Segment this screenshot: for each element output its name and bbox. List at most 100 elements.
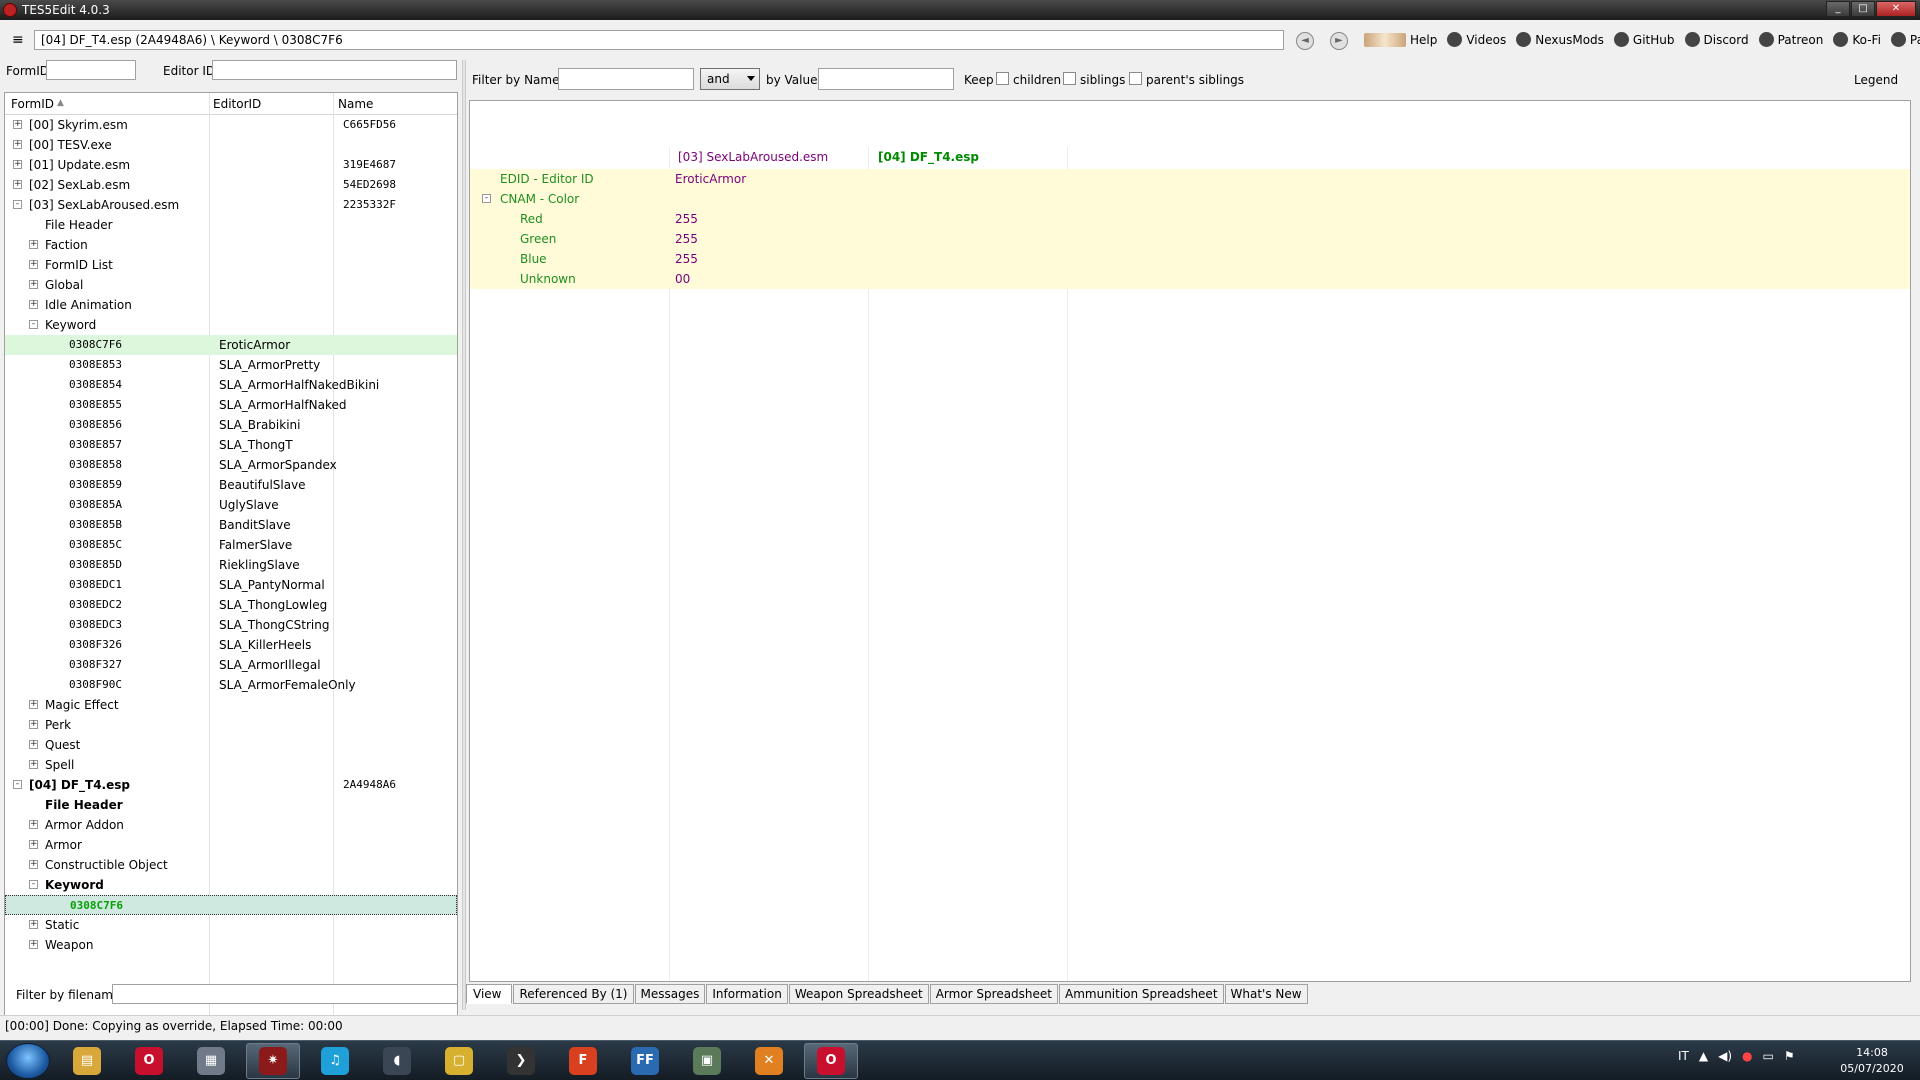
expand-icon[interactable]: + bbox=[29, 920, 38, 929]
toolbar-link-help[interactable]: Help bbox=[1364, 32, 1437, 47]
tree-row[interactable]: 0308E856 SLA_Brabikini bbox=[5, 415, 457, 435]
tab-view[interactable]: View bbox=[466, 984, 513, 1004]
taskbar-app-script[interactable]: ❯ bbox=[494, 1043, 548, 1079]
flag-icon[interactable]: ⚑ bbox=[1784, 1049, 1795, 1063]
tab-messages[interactable]: Messages bbox=[634, 984, 706, 1004]
minimize-button[interactable]: _ bbox=[1826, 1, 1850, 17]
expand-icon[interactable]: + bbox=[29, 940, 38, 949]
expand-icon[interactable]: + bbox=[29, 260, 38, 269]
expand-icon[interactable]: + bbox=[29, 240, 38, 249]
taskbar-app-ffdec[interactable]: FF bbox=[618, 1043, 672, 1079]
tree-row[interactable]: 0308E855 SLA_ArmorHalfNaked bbox=[5, 395, 457, 415]
taskbar-app-puzzle[interactable]: ✕ bbox=[742, 1043, 796, 1079]
tree-row[interactable]: File Header bbox=[5, 215, 457, 235]
tree-row[interactable]: 0308E85D RieklingSlave bbox=[5, 555, 457, 575]
tree-row[interactable]: + Idle Animation bbox=[5, 295, 457, 315]
volume-icon[interactable]: ◀) bbox=[1718, 1049, 1732, 1063]
legend-button[interactable]: Legend bbox=[1854, 73, 1898, 87]
tray-expand-icon[interactable]: ▲ bbox=[1699, 1049, 1708, 1063]
tree-row[interactable]: 0308E854 SLA_ArmorHalfNakedBikini bbox=[5, 375, 457, 395]
expand-icon[interactable]: + bbox=[13, 140, 22, 149]
tree-row[interactable]: 0308F326 SLA_KillerHeels bbox=[5, 635, 457, 655]
tree-row[interactable]: 0308E85C FalmerSlave bbox=[5, 535, 457, 555]
grid-row[interactable]: Red 255 bbox=[470, 209, 1910, 229]
filter-by-value-input[interactable] bbox=[818, 68, 954, 90]
expand-icon[interactable]: + bbox=[29, 820, 38, 829]
tree-row[interactable]: - [03] SexLabAroused.esm 2235332F bbox=[5, 195, 457, 215]
collapse-icon[interactable]: - bbox=[29, 880, 38, 889]
tree-row[interactable]: + Weapon bbox=[5, 935, 457, 955]
tab-what-s-new[interactable]: What's New bbox=[1224, 984, 1308, 1004]
collapse-icon[interactable]: - bbox=[13, 780, 22, 789]
grid-row-value[interactable]: EroticArmor bbox=[675, 169, 746, 189]
tab-information[interactable]: Information bbox=[706, 984, 788, 1004]
toolbar-link-ko-fi[interactable]: Ko-Fi bbox=[1833, 32, 1881, 47]
filter-by-name-input[interactable] bbox=[558, 68, 694, 90]
tree-row[interactable]: + Static bbox=[5, 915, 457, 935]
taskbar-app-music[interactable]: ♫ bbox=[308, 1043, 362, 1079]
grid-row[interactable]: Green 255 bbox=[470, 229, 1910, 249]
tree-row[interactable]: 0308C7F6 bbox=[5, 895, 457, 915]
taskbar-app-opera2[interactable]: O bbox=[804, 1043, 858, 1079]
tree-row[interactable]: + Perk bbox=[5, 715, 457, 735]
grid-column-header-override[interactable]: [04] DF_T4.esp bbox=[878, 150, 979, 164]
back-icon[interactable]: ◄ bbox=[1296, 32, 1314, 50]
record-grid[interactable]: [03] SexLabAroused.esm [04] DF_T4.esp ED… bbox=[469, 100, 1911, 982]
record-tree[interactable]: FormID ▲ EditorID Name + [00] Skyrim.esm C… bbox=[4, 92, 458, 1035]
column-header-name[interactable]: Name bbox=[338, 97, 373, 111]
tab-armor-spreadsheet[interactable]: Armor Spreadsheet bbox=[929, 984, 1058, 1004]
maximize-button[interactable]: □ bbox=[1851, 1, 1875, 17]
tree-row[interactable]: 0308E85B BanditSlave bbox=[5, 515, 457, 535]
expand-icon[interactable]: + bbox=[29, 720, 38, 729]
grid-row[interactable]: Unknown 00 bbox=[470, 269, 1910, 289]
tree-row[interactable]: + Armor bbox=[5, 835, 457, 855]
tab-weapon-spreadsheet[interactable]: Weapon Spreadsheet bbox=[788, 984, 929, 1004]
toolbar-link-videos[interactable]: Videos bbox=[1447, 32, 1506, 47]
grid-column-header-master[interactable]: [03] SexLabAroused.esm bbox=[678, 150, 828, 164]
tree-row[interactable]: File Header bbox=[5, 795, 457, 815]
expand-icon[interactable]: + bbox=[29, 760, 38, 769]
toolbar-link-patreon[interactable]: Patreon bbox=[1758, 32, 1823, 47]
tree-row[interactable]: 0308EDC2 SLA_ThongLowleg bbox=[5, 595, 457, 615]
antivirus-icon[interactable]: ● bbox=[1742, 1049, 1752, 1063]
toolbar-link-github[interactable]: GitHub bbox=[1613, 32, 1675, 47]
tree-row[interactable]: 0308E859 BeautifulSlave bbox=[5, 475, 457, 495]
expand-icon[interactable]: + bbox=[13, 180, 22, 189]
tree-row[interactable]: + [00] Skyrim.esm C665FD56 bbox=[5, 115, 457, 135]
start-button[interactable] bbox=[6, 1043, 50, 1079]
expand-icon[interactable]: + bbox=[29, 740, 38, 749]
toolbar-link-paypal[interactable]: PayPal bbox=[1890, 32, 1920, 47]
tab-referenced-by-1[interactable]: Referenced By (1) bbox=[513, 984, 634, 1004]
tree-row[interactable]: + Magic Effect bbox=[5, 695, 457, 715]
expand-icon[interactable]: + bbox=[13, 120, 22, 129]
taskbar-app-window[interactable]: ▣ bbox=[680, 1043, 734, 1079]
toolbar-link-nexusmods[interactable]: NexusMods bbox=[1516, 32, 1604, 47]
grid-row-value[interactable]: 255 bbox=[675, 249, 698, 269]
column-header-formid[interactable]: FormID bbox=[11, 97, 54, 111]
menu-icon[interactable]: ≡ bbox=[12, 33, 24, 47]
tree-row[interactable]: 0308EDC1 SLA_PantyNormal bbox=[5, 575, 457, 595]
keep-siblings-checkbox[interactable] bbox=[1063, 72, 1076, 85]
grid-row-value[interactable]: 255 bbox=[675, 229, 698, 249]
tree-row[interactable]: 0308E85A UglySlave bbox=[5, 495, 457, 515]
tree-row[interactable]: + [01] Update.esm 319E4687 bbox=[5, 155, 457, 175]
formid-filter-input[interactable] bbox=[46, 60, 136, 80]
grid-row[interactable]: - CNAM - Color bbox=[470, 189, 1910, 209]
collapse-icon[interactable]: - bbox=[13, 200, 22, 209]
network-icon[interactable]: ▭ bbox=[1763, 1049, 1774, 1063]
close-button[interactable]: ✕ bbox=[1876, 1, 1916, 17]
tree-row[interactable]: 0308F327 SLA_ArmorIllegal bbox=[5, 655, 457, 675]
tree-row[interactable]: - Keyword bbox=[5, 875, 457, 895]
taskbar-app-opera[interactable]: O bbox=[122, 1043, 176, 1079]
expand-icon[interactable]: + bbox=[29, 280, 38, 289]
tree-row[interactable]: 0308E858 SLA_ArmorSpandex bbox=[5, 455, 457, 475]
filename-filter-input[interactable] bbox=[112, 984, 458, 1004]
tree-row[interactable]: + Armor Addon bbox=[5, 815, 457, 835]
tree-row[interactable]: + [02] SexLab.esm 54ED2698 bbox=[5, 175, 457, 195]
grid-row[interactable]: Blue 255 bbox=[470, 249, 1910, 269]
tree-row[interactable]: 0308C7F6 EroticArmor bbox=[5, 335, 457, 355]
tree-row[interactable]: - Keyword bbox=[5, 315, 457, 335]
tree-row[interactable]: + Global bbox=[5, 275, 457, 295]
toolbar-link-discord[interactable]: Discord bbox=[1684, 32, 1749, 47]
tree-row[interactable]: + Quest bbox=[5, 735, 457, 755]
